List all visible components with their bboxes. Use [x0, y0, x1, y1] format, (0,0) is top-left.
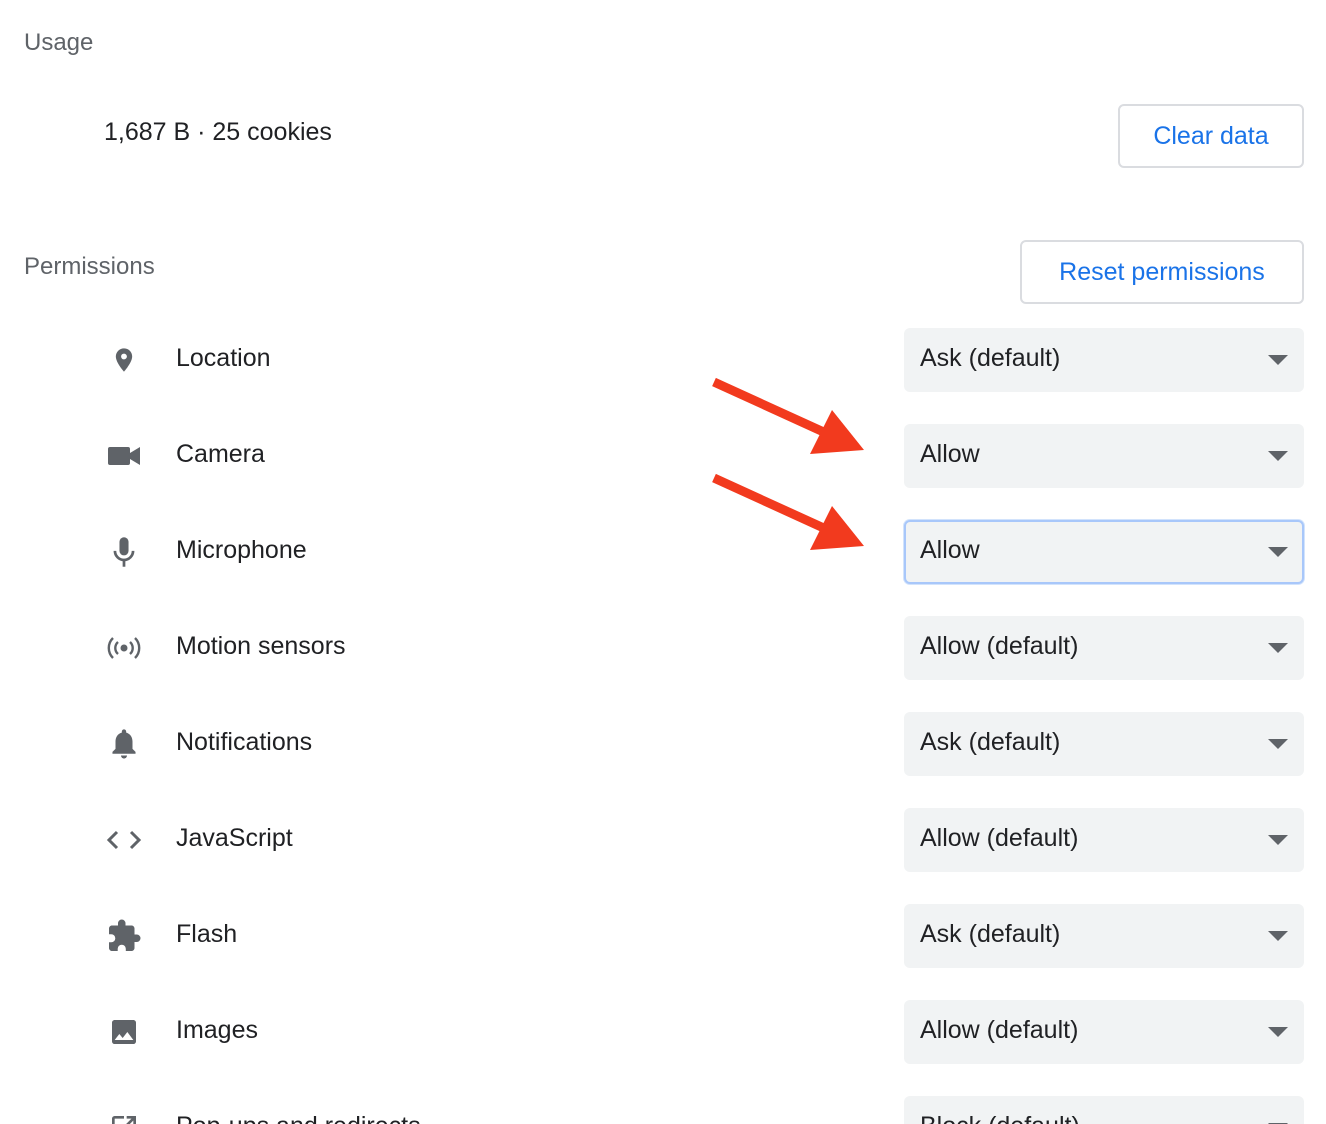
permission-label: Motion sensors: [176, 632, 346, 660]
popups-permission-select[interactable]: Block (default): [904, 1096, 1304, 1124]
bell-icon: [104, 726, 144, 762]
chevron-down-icon: [1268, 835, 1288, 845]
images-permission-select[interactable]: Allow (default): [904, 1000, 1304, 1064]
puzzle-piece-icon: [104, 918, 144, 954]
camera-icon: [104, 438, 144, 474]
select-value: Allow (default): [920, 632, 1079, 660]
motion-sensors-icon: [104, 630, 144, 666]
permission-row-images: Images Allow (default): [0, 1000, 1326, 1064]
clear-data-button[interactable]: Clear data: [1118, 104, 1304, 168]
select-value: Ask (default): [920, 920, 1061, 948]
chevron-down-icon: [1268, 931, 1288, 941]
permission-row-camera: Camera Allow: [0, 424, 1326, 488]
open-in-new-icon: [104, 1110, 144, 1124]
permission-label: Notifications: [176, 728, 313, 756]
usage-section-title: Usage: [24, 29, 94, 56]
chevron-down-icon: [1268, 547, 1288, 557]
select-value: Allow: [920, 536, 980, 564]
permission-label: Images: [176, 1016, 258, 1044]
location-pin-icon: [104, 342, 144, 378]
site-settings-page: Usage 1,687 B · 25 cookies Clear data Pe…: [0, 0, 1326, 1124]
image-icon: [104, 1014, 144, 1050]
select-value: Ask (default): [920, 344, 1061, 372]
select-value: Block (default): [920, 1112, 1080, 1124]
select-value: Allow (default): [920, 1016, 1079, 1044]
permission-label: JavaScript: [176, 824, 293, 852]
code-icon: [104, 822, 144, 858]
select-value: Ask (default): [920, 728, 1061, 756]
chevron-down-icon: [1268, 1027, 1288, 1037]
permission-label: Location: [176, 344, 271, 372]
permission-row-motion-sensors: Motion sensors Allow (default): [0, 616, 1326, 680]
chevron-down-icon: [1268, 739, 1288, 749]
select-value: Allow: [920, 440, 980, 468]
chevron-down-icon: [1268, 355, 1288, 365]
usage-summary: 1,687 B · 25 cookies: [104, 118, 332, 146]
permission-row-flash: Flash Ask (default): [0, 904, 1326, 968]
flash-permission-select[interactable]: Ask (default): [904, 904, 1304, 968]
javascript-permission-select[interactable]: Allow (default): [904, 808, 1304, 872]
permission-row-javascript: JavaScript Allow (default): [0, 808, 1326, 872]
permission-label: Microphone: [176, 536, 307, 564]
permission-label: Pop-ups and redirects: [176, 1112, 421, 1124]
chevron-down-icon: [1268, 643, 1288, 653]
permission-row-location: Location Ask (default): [0, 328, 1326, 392]
motion-sensors-permission-select[interactable]: Allow (default): [904, 616, 1304, 680]
permission-row-notifications: Notifications Ask (default): [0, 712, 1326, 776]
location-permission-select[interactable]: Ask (default): [904, 328, 1304, 392]
microphone-icon: [104, 534, 144, 570]
chevron-down-icon: [1268, 451, 1288, 461]
notifications-permission-select[interactable]: Ask (default): [904, 712, 1304, 776]
permission-row-popups: Pop-ups and redirects Block (default): [0, 1096, 1326, 1124]
microphone-permission-select[interactable]: Allow: [904, 520, 1304, 584]
camera-permission-select[interactable]: Allow: [904, 424, 1304, 488]
reset-permissions-button[interactable]: Reset permissions: [1020, 240, 1304, 304]
select-value: Allow (default): [920, 824, 1079, 852]
permission-label: Flash: [176, 920, 238, 948]
permissions-section-title: Permissions: [24, 253, 155, 280]
permission-label: Camera: [176, 440, 265, 468]
permission-row-microphone: Microphone Allow: [0, 520, 1326, 584]
